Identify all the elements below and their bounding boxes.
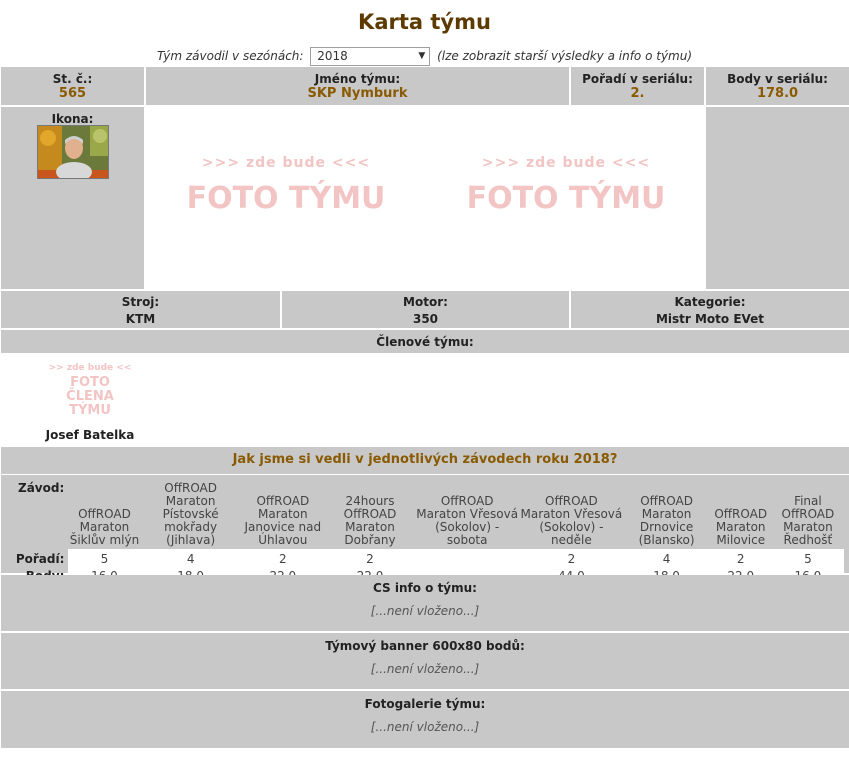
chevron-down-icon: ▼ — [418, 51, 426, 61]
results-rank-row: Pořadí: 5 4 2 2 2 4 2 5 — [6, 549, 844, 566]
team-points-label: Body v seriálu: — [727, 72, 828, 86]
results-table: Závod: OffROAD Maraton Šiklův mlýn OffRO… — [6, 480, 844, 583]
kategorie-value: Mistr Moto EVet — [655, 312, 765, 326]
team-points-cell: Body v seriálu: 178.0 — [706, 67, 849, 105]
race-name: OffROAD Maraton Milovice — [714, 507, 768, 547]
race-name: OffROAD Maraton Pístovské mokřady (Jihla… — [162, 481, 219, 547]
member-name[interactable]: Josef Batelka — [20, 428, 160, 442]
results-divider — [1, 474, 849, 475]
kategorie-cell: Kategorie: Mistr Moto EVet — [571, 291, 849, 328]
gallery-value: [...není vloženo...] — [370, 720, 480, 734]
team-photo-side-cell — [706, 107, 849, 289]
member-photo-placeholder-l3: TÝMU — [69, 403, 111, 418]
race-rank: 2 — [240, 549, 325, 566]
team-rank-value: 2. — [630, 86, 645, 101]
season-select[interactable]: 2018 ▼ — [310, 47, 431, 66]
members-header: Členové týmu: — [1, 330, 849, 353]
team-icon-label: Ikona: — [51, 112, 94, 126]
race-rank: 4 — [623, 549, 710, 566]
gallery-title: Fotogalerie týmu: — [364, 697, 486, 711]
race-name: OffROAD Maraton Vřesová (Sokolov) - sobo… — [416, 494, 519, 547]
photo-placeholder-big-left: FOTO TÝMU — [186, 181, 386, 216]
team-rank-cell: Pořadí v seriálu: 2. — [571, 67, 704, 105]
season-bar: Tým závodil v sezónách: 2018 ▼ (lze zobr… — [0, 47, 849, 66]
photo-placeholder-small-right: >>> zde bude <<< — [481, 155, 651, 171]
info-section: CS info o týmu: [...není vloženo...] — [1, 575, 849, 631]
results-title: Jak jsme si vedli v jednotlivých závodec… — [232, 452, 618, 467]
team-photo-placeholder-right: >>> zde bude <<< FOTO TÝMU — [426, 155, 706, 216]
rank-row-label: Pořadí: — [15, 552, 65, 566]
results-race-row: Závod: OffROAD Maraton Šiklův mlýn OffRO… — [6, 480, 844, 549]
race-rank: 4 — [140, 549, 241, 566]
race-rank: 5 — [771, 549, 844, 566]
member-photo-placeholder-l1: FOTO — [70, 375, 110, 390]
team-number-cell: St. č.: 565 — [1, 67, 144, 105]
stroj-cell: Stroj: KTM — [1, 291, 280, 328]
banner-section: Týmový banner 600x80 bodů: [...není vlož… — [1, 633, 849, 689]
season-suffix: (lze zobrazit starší výsledky a info o t… — [437, 49, 693, 63]
race-label: Závod: — [18, 481, 65, 495]
avatar-image — [38, 126, 108, 178]
season-selected-value: 2018 — [317, 49, 348, 63]
race-name: OffROAD Maraton Drnovice (Blansko) — [638, 494, 695, 547]
race-name: OffROAD Maraton Janovice nad Úhlavou — [244, 494, 322, 547]
race-rank — [415, 549, 520, 566]
season-prefix: Tým závodil v sezónách: — [156, 49, 304, 63]
race-rank: 2 — [519, 549, 624, 566]
team-number-label: St. č.: — [52, 72, 93, 86]
info-title: CS info o týmu: — [373, 581, 477, 595]
team-rank-label: Pořadí v seriálu: — [582, 72, 693, 86]
team-points-value: 178.0 — [756, 86, 799, 101]
info-value: [...není vloženo...] — [370, 604, 480, 618]
stroj-value: KTM — [125, 312, 156, 326]
motor-label: Motor: — [403, 295, 448, 309]
team-name-cell: Jméno týmu: SKP Nymburk — [146, 67, 569, 105]
banner-value: [...není vloženo...] — [370, 662, 480, 676]
member-photo-placeholder: >> zde bude << FOTO ČLENA TÝMU — [40, 363, 140, 418]
motor-value: 350 — [412, 312, 439, 326]
photo-placeholder-big-right: FOTO TÝMU — [466, 181, 666, 216]
race-name: Final OffROAD Maraton Ředhošť — [781, 494, 835, 547]
gallery-section: Fotogalerie týmu: [...není vloženo...] — [1, 691, 849, 748]
member-photo-placeholder-l2: ČLENA — [66, 389, 114, 404]
members-title: Členové týmu: — [376, 335, 474, 349]
photo-placeholder-small-left: >>> zde bude <<< — [201, 155, 371, 171]
race-rank: 2 — [324, 549, 416, 566]
team-number-value: 565 — [58, 86, 87, 101]
member-photo-placeholder-small: >> zde bude << — [48, 363, 132, 373]
page-title: Karta týmu — [358, 10, 491, 34]
race-rank: 2 — [709, 549, 772, 566]
race-name: OffROAD Maraton Šiklův mlýn — [69, 507, 140, 547]
banner-title: Týmový banner 600x80 bodů: — [325, 639, 525, 653]
kategorie-label: Kategorie: — [674, 295, 746, 309]
team-photo-placeholder-left: >>> zde bude <<< FOTO TÝMU — [146, 155, 426, 216]
race-rank: 5 — [68, 549, 141, 566]
race-name: 24hours OffROAD Maraton Dobřany — [343, 494, 397, 547]
race-name: OffROAD Maraton Vřesová (Sokolov) - nedě… — [520, 494, 623, 547]
team-avatar[interactable] — [37, 125, 109, 179]
stroj-label: Stroj: — [121, 295, 160, 309]
motor-cell: Motor: 350 — [282, 291, 569, 328]
team-name-label: Jméno týmu: — [314, 72, 401, 86]
team-name-value: SKP Nymburk — [307, 86, 408, 101]
team-photo-placeholder: >>> zde bude <<< FOTO TÝMU >>> zde bude … — [146, 107, 706, 289]
